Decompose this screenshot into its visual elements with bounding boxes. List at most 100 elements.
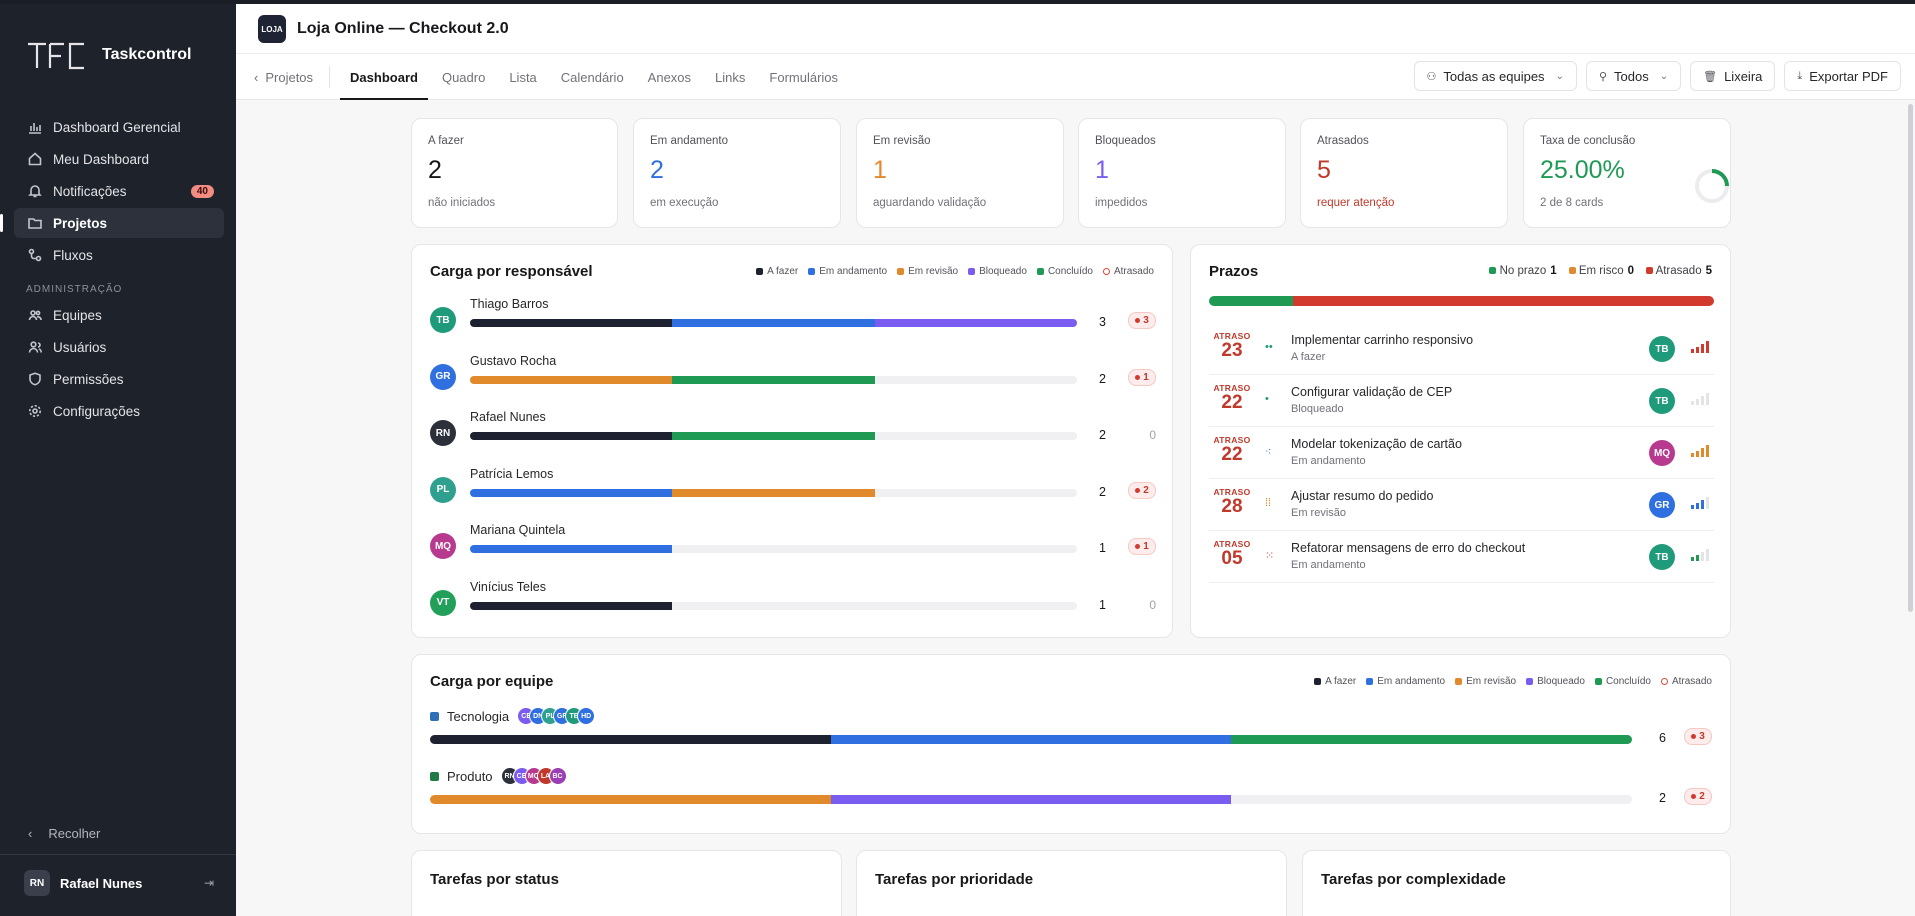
sidebar-item-equipes[interactable]: Equipes: [14, 300, 224, 330]
legend-late: Atrasado: [1660, 676, 1712, 687]
task-count: 2: [1099, 428, 1106, 442]
chevron-down-icon: ⌄: [1555, 70, 1564, 82]
deadline-day: 28: [1221, 496, 1243, 517]
task-title[interactable]: Configurar validação de CEP: [1291, 385, 1452, 399]
brand[interactable]: Taskcontrol: [26, 38, 192, 72]
kpi-label: A fazer: [428, 135, 464, 147]
brand-name: Taskcontrol: [102, 46, 192, 63]
sidebar-item-configuracoes[interactable]: Configurações: [14, 396, 224, 426]
task-count: 2: [1659, 791, 1666, 805]
late-badge: 3: [1128, 312, 1156, 329]
deadline-row[interactable]: ATRASO 05 ⁙ Refatorar mensagens de erro do …: [1209, 531, 1714, 583]
person-row[interactable]: VT Vinícius Teles 1 0: [430, 580, 1170, 628]
late-count: 1: [1143, 541, 1149, 552]
workload-bar: [470, 601, 1077, 610]
late-count: 0: [1149, 597, 1156, 612]
users-icon: [28, 341, 42, 353]
kpi-card-doing: Em andamento 2 em execução: [633, 118, 841, 228]
kpi-subtext: 2 de 8 cards: [1540, 197, 1604, 209]
team-members-avatars: RN CE MQ LA BC: [500, 767, 567, 785]
team-row[interactable]: Produto RN CE MQ LA BC 2 2: [430, 765, 1715, 821]
person-name: Rafael Nunes: [470, 410, 546, 424]
sidebar-item-permissoes[interactable]: Permissões: [14, 364, 224, 394]
trash-button[interactable]: 🗑 Lixeira: [1690, 61, 1776, 91]
tab-dashboard[interactable]: Dashboard: [340, 54, 428, 100]
person-row[interactable]: PL Patrícia Lemos 2 2: [430, 467, 1170, 515]
tab-anexos[interactable]: Anexos: [648, 54, 691, 100]
late-dot-icon: [1135, 318, 1141, 323]
kpi-card-late: Atrasados 5 requer atenção: [1300, 118, 1508, 228]
status-legend: A fazer Em andamento Em revisão Bloquead…: [756, 266, 1154, 277]
back-to-projects-link[interactable]: ‹ Projetos: [254, 66, 331, 88]
kpi-value: 25.00%: [1540, 156, 1625, 184]
person-row[interactable]: RN Rafael Nunes 2 0: [430, 410, 1170, 458]
collapse-sidebar-button[interactable]: ‹ Recolher: [28, 826, 100, 841]
task-title[interactable]: Implementar carrinho responsivo: [1291, 333, 1473, 347]
workload-segment-review: [672, 488, 875, 497]
late-count: 0: [1149, 428, 1156, 442]
late-count: 3: [1143, 315, 1149, 326]
status-dots-icon: •: [1265, 393, 1269, 405]
avatar: TB: [430, 307, 456, 333]
tab-calendario[interactable]: Calendário: [561, 54, 624, 100]
kpi-subtext: aguardando validação: [873, 197, 987, 209]
avatar: MQ: [1649, 440, 1675, 466]
tab-formularios[interactable]: Formulários: [769, 54, 838, 100]
team-row[interactable]: Tecnologia CE DN PL GR TB HD 6 3: [430, 705, 1715, 761]
export-pdf-button[interactable]: ⤓ Exportar PDF: [1784, 61, 1901, 91]
workload-segment-todo: [470, 319, 673, 327]
sidebar-item-usuarios[interactable]: Usuários: [14, 332, 224, 362]
sidebar-item-label: Meu Dashboard: [53, 151, 150, 167]
person-row[interactable]: GR Gustavo Rocha 2 1: [430, 354, 1170, 402]
dashboard-content: A fazer 2 não iniciados Em andamento 2 e…: [236, 100, 1915, 916]
legend-late: Atrasado 5: [1646, 265, 1712, 277]
back-label: Projetos: [265, 69, 314, 85]
late-badge: 1: [1128, 368, 1156, 386]
deadline-day: 22: [1221, 444, 1243, 465]
sidebar-item-label: Usuários: [53, 339, 107, 355]
person-row[interactable]: MQ Mariana Quintela 1 1: [430, 523, 1170, 571]
workload-segment-todo: [470, 601, 673, 610]
task-title[interactable]: Refatorar mensagens de erro do checkout: [1291, 541, 1525, 555]
kpi-card-blocked: Bloqueados 1 impedidos: [1078, 118, 1286, 228]
deadlines-legend: No prazo 1 Em risco 0 Atrasado 5: [1489, 265, 1712, 277]
person-row[interactable]: TB Thiago Barros 3 3: [430, 297, 1170, 345]
sidebar-item-dashboard-gerencial[interactable]: Dashboard Gerencial: [14, 112, 224, 142]
team-load-title: Carga por equipe: [430, 673, 554, 690]
kpi-card-completion: Taxa de conclusão 25.00% 2 de 8 cards: [1523, 118, 1731, 228]
workload-segment-review: [430, 795, 831, 804]
late-segment: [1292, 296, 1714, 306]
sidebar-item-meu-dashboard[interactable]: Meu Dashboard: [14, 144, 224, 174]
legend-blocked: Bloqueado: [1526, 676, 1585, 687]
tab-lista[interactable]: Lista: [509, 54, 536, 100]
deadline-row[interactable]: ATRASO 22 ⁖ Modelar tokenização de cartão Em…: [1209, 427, 1714, 479]
legend-todo: A fazer: [756, 266, 798, 277]
priority-bars-icon: [1691, 497, 1709, 509]
scrollbar[interactable]: [1908, 104, 1913, 612]
tab-quadro[interactable]: Quadro: [442, 54, 485, 100]
sidebar-item-projetos[interactable]: Projetos: [0, 208, 224, 238]
deadline-date: ATRASO 28: [1209, 487, 1255, 517]
task-count: 2: [1099, 371, 1106, 386]
task-status: Bloqueado: [1291, 403, 1344, 415]
deadline-row[interactable]: ATRASO 28 ⁞⁞ Ajustar resumo do pedido Em rev…: [1209, 479, 1714, 531]
kpi-subtext: em execução: [650, 197, 719, 209]
teams-filter-select[interactable]: ⚇ Todas as equipes ⌄: [1413, 61, 1577, 91]
people-load-title: Carga por responsável: [430, 263, 593, 280]
task-title[interactable]: Ajustar resumo do pedido: [1291, 489, 1433, 503]
workload-segment-blocked: [830, 795, 1232, 804]
sidebar-item-notificacoes[interactable]: Notificações 40: [14, 176, 224, 206]
deadline-date: ATRASO 22: [1209, 435, 1255, 465]
sidebar-item-fluxos[interactable]: Fluxos: [14, 240, 224, 270]
people-filter-select[interactable]: ⚲ Todos ⌄: [1585, 61, 1682, 91]
deadline-row[interactable]: ATRASO 22 • Configurar validação de CEP Bloq…: [1209, 375, 1714, 427]
logout-icon[interactable]: ⇥: [204, 876, 214, 890]
trash-label: Lixeira: [1724, 68, 1763, 84]
task-title[interactable]: Modelar tokenização de cartão: [1291, 437, 1462, 451]
late-dot-icon: [1135, 544, 1141, 549]
tab-links[interactable]: Links: [715, 54, 745, 100]
deadline-row[interactable]: ATRASO 23 •• Implementar carrinho responsiv…: [1209, 323, 1714, 375]
team-color-swatch: [430, 711, 439, 721]
late-count: 1: [1143, 371, 1149, 383]
user-profile[interactable]: RN Rafael Nunes ⇥: [24, 870, 214, 896]
